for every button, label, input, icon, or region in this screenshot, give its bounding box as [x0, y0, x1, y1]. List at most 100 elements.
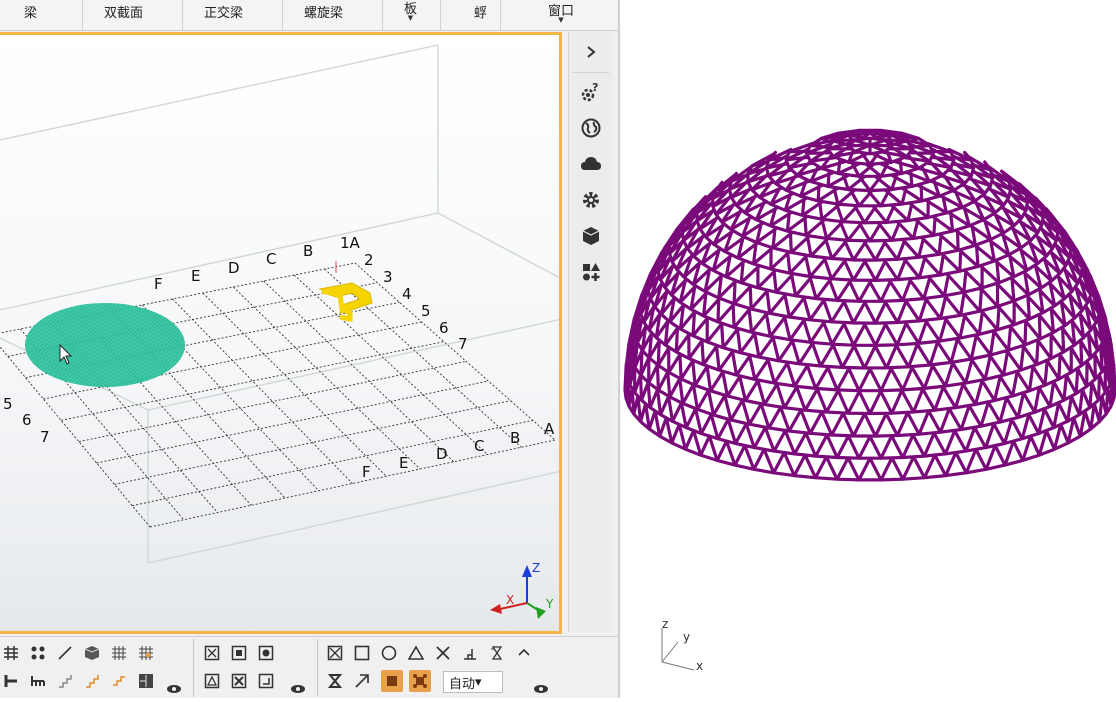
chevron-down-icon[interactable] [513, 642, 535, 664]
bottom-toolbar: 自动 ▾ [0, 636, 618, 698]
visibility-eye-icon[interactable] [162, 681, 186, 697]
toolbar-group-snap [0, 639, 190, 697]
snap-circle-icon[interactable] [378, 642, 400, 664]
snap-perpendicular-icon[interactable] [459, 642, 481, 664]
grid-label: 6 [22, 411, 32, 429]
stair-orange-icon[interactable] [81, 670, 103, 692]
dots-grid-icon[interactable] [27, 642, 49, 664]
grid-label-overlap: 1A [340, 234, 361, 252]
globe-icon[interactable] [575, 113, 607, 143]
snap-hourglass-bold-icon[interactable] [324, 670, 346, 692]
snap-cross-icon[interactable] [432, 642, 454, 664]
cube-icon[interactable] [575, 221, 607, 251]
shapes-icon[interactable] [575, 257, 607, 287]
snap-box-x-icon[interactable] [324, 642, 346, 664]
menu-double-section[interactable]: 双截面 [104, 2, 143, 21]
dropdown-arrow-icon: ▼ [407, 14, 414, 22]
select-box-triangle-icon[interactable] [201, 670, 223, 692]
solid-cube-icon[interactable] [81, 642, 103, 664]
menu-slab[interactable]: 板 ▼ [404, 0, 417, 22]
visibility-eye-icon[interactable] [286, 681, 310, 697]
right-axis-gizmo: z y x [661, 617, 703, 673]
grid-label: 5 [3, 395, 13, 413]
grid-label: 2 [364, 251, 374, 269]
line-icon[interactable] [54, 642, 76, 664]
grid-label: 6 [439, 319, 449, 337]
menu-spiral-beam[interactable]: 螺旋梁 [304, 2, 343, 21]
3d-model-viewport[interactable]: F E D C B 1A 2 3 4 5 6 7 F E D C B A 5 6… [0, 32, 562, 634]
grid-line [324, 268, 522, 448]
stair-orange-alt-icon[interactable] [108, 670, 130, 692]
toolbar-group-select [200, 639, 312, 697]
spiral-beam-object[interactable] [318, 282, 373, 323]
select-box-cross-icon[interactable] [228, 670, 250, 692]
right-side-toolbar: ? [568, 32, 613, 632]
menu-window[interactable]: 窗口 ▼ [548, 0, 574, 24]
menu-separator [500, 0, 501, 30]
grid-label: B [510, 429, 520, 447]
snap-corners-active-icon[interactable] [409, 670, 431, 692]
bounding-box [0, 44, 559, 564]
menu-beam[interactable]: 梁 [24, 2, 37, 21]
chevron-right-icon[interactable] [575, 37, 607, 67]
visibility-eye-icon[interactable] [529, 681, 553, 697]
stair-icon[interactable] [54, 670, 76, 692]
menu-item-partial[interactable]: 蜉 [474, 2, 487, 21]
menu-separator [82, 0, 83, 30]
svg-text:?: ? [592, 81, 598, 94]
dome-members [623, 128, 1116, 482]
grid-line [172, 298, 353, 484]
right-3d-view[interactable]: z y x [620, 0, 1116, 698]
grid-labels-top: F E D C B 1A 2 3 4 5 6 7 [154, 234, 468, 353]
snap-triangle-icon[interactable] [405, 642, 427, 664]
grid-label: 7 [40, 428, 50, 446]
dome-view-canvas[interactable]: z y x [620, 0, 1116, 698]
menu-separator [382, 0, 383, 30]
grid-label: 3 [383, 268, 393, 286]
column-base-icon[interactable] [27, 670, 49, 692]
menu-separator [182, 0, 183, 30]
snap-mode-dropdown[interactable]: 自动 ▾ [443, 671, 503, 693]
grid-line [96, 380, 489, 464]
beam-profile-icon[interactable] [0, 670, 22, 692]
snap-mode-label: 自动 [449, 676, 476, 692]
snap-square-active-icon[interactable] [381, 670, 403, 692]
ellipse-mesh-object[interactable] [25, 303, 185, 387]
cloud-icon[interactable] [575, 149, 607, 179]
select-box-fill-icon[interactable] [228, 642, 250, 664]
panel-icon[interactable] [135, 670, 157, 692]
menu-separator [440, 0, 441, 30]
grid-label: F [154, 275, 163, 293]
dropdown-arrow-icon: ▾ [475, 674, 482, 690]
menu-orthogonal-beam[interactable]: 正交梁 [204, 2, 243, 21]
grid-highlight-icon[interactable] [135, 642, 157, 664]
snap-arrow-icon[interactable] [351, 670, 373, 692]
snap-square-icon[interactable] [351, 642, 373, 664]
grid-label: D [436, 445, 448, 463]
grid-array-icon[interactable] [0, 642, 22, 664]
settings-question-icon[interactable]: ? [575, 77, 607, 107]
axis-z-label: Z [532, 561, 540, 575]
gear-icon[interactable] [575, 185, 607, 215]
snap-hourglass-icon[interactable] [486, 642, 508, 664]
grid-line [293, 274, 488, 455]
geodesic-dome-mesh[interactable] [623, 128, 1116, 482]
select-box-x-icon[interactable] [201, 642, 223, 664]
structural-grid [0, 262, 556, 528]
grid-label: 4 [402, 285, 412, 303]
toolbar-separator [193, 639, 194, 697]
menu-bar: 梁 双截面 正交梁 螺旋梁 板 ▼ 蜉 窗口 ▼ [0, 0, 618, 31]
axis-x-label: x [696, 659, 703, 673]
select-box-corner-icon[interactable] [255, 670, 277, 692]
scene-canvas[interactable]: F E D C B 1A 2 3 4 5 6 7 F E D C B A 5 6… [0, 35, 562, 634]
grid-label: 5 [421, 302, 431, 320]
select-box-circle-icon[interactable] [255, 642, 277, 664]
grid-labels-left: 5 6 7 [3, 395, 50, 446]
grid-line [132, 419, 533, 507]
grid-mesh-icon[interactable] [108, 642, 130, 664]
left-application-window: 梁 双截面 正交梁 螺旋梁 板 ▼ 蜉 窗口 ▼ F E D C B 1A 2 … [0, 0, 618, 698]
grid-label: D [228, 259, 240, 277]
grid-label: B [303, 242, 313, 260]
grid-label: C [474, 437, 484, 455]
sidebar-separator [573, 72, 609, 73]
